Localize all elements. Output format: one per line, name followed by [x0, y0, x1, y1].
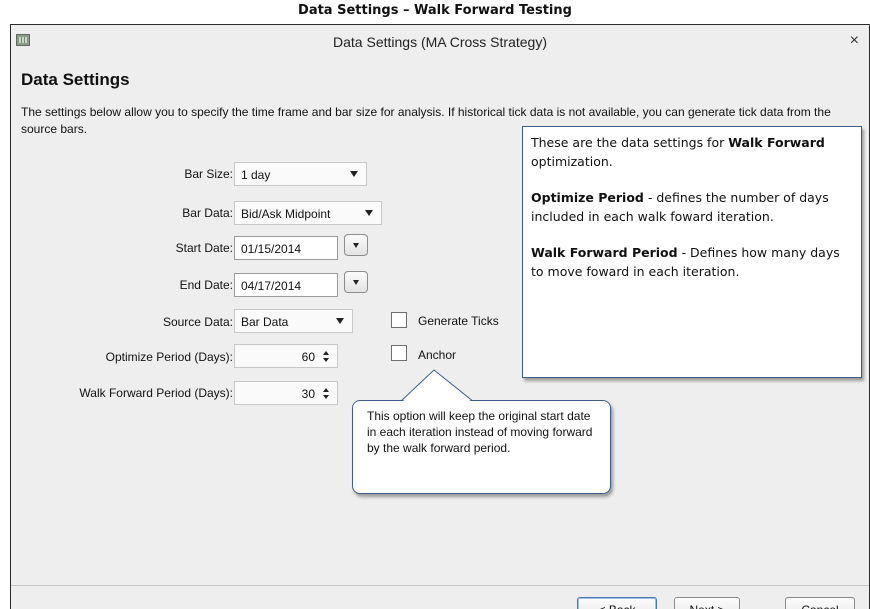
chevron-down-icon: [365, 210, 373, 216]
page-title: Data Settings: [21, 70, 130, 89]
optimize-period-spinner[interactable]: 60: [234, 344, 338, 368]
close-icon[interactable]: ×: [850, 32, 859, 50]
bar-data-value: Bid/Ask Midpoint: [241, 207, 331, 221]
walk-forward-info-callout: These are the data settings for Walk For…: [522, 126, 862, 378]
document-caption: Data Settings – Walk Forward Testing: [298, 3, 572, 18]
bar-size-value: 1 day: [241, 168, 271, 182]
cancel-button[interactable]: Cancel: [785, 597, 855, 609]
callout-optimize-period: Optimize Period - defines the number of …: [531, 190, 829, 224]
start-date-label: Start Date:: [175, 241, 233, 255]
generate-ticks-checkbox[interactable]: [391, 312, 407, 328]
start-date-picker-button[interactable]: [344, 234, 368, 256]
spinner-up-icon[interactable]: [323, 388, 329, 392]
start-date-input[interactable]: 01/15/2014: [234, 236, 338, 260]
anchor-checkbox[interactable]: [391, 345, 407, 361]
bar-size-select[interactable]: 1 day: [234, 162, 367, 186]
footer-separator: [11, 585, 869, 586]
generate-ticks-label[interactable]: Generate Ticks: [418, 314, 499, 328]
window-title: Data Settings (MA Cross Strategy): [333, 34, 547, 50]
walk-forward-period-spinner[interactable]: 30: [234, 381, 338, 405]
next-button[interactable]: Next >: [674, 597, 740, 609]
source-data-select[interactable]: Bar Data: [234, 309, 353, 333]
source-data-value: Bar Data: [241, 315, 289, 329]
walk-forward-period-label: Walk Forward Period (Days):: [79, 386, 233, 400]
end-date-input[interactable]: 04/17/2014: [234, 273, 338, 297]
optimize-period-label: Optimize Period (Days):: [105, 350, 233, 364]
optimize-period-value: 60: [301, 350, 315, 364]
source-data-label: Source Data:: [162, 315, 233, 329]
spinner-down-icon[interactable]: [323, 395, 329, 399]
spinner-down-icon[interactable]: [323, 358, 329, 362]
dropdown-triangle-icon: [353, 280, 359, 285]
end-date-picker-button[interactable]: [344, 271, 368, 293]
bar-size-label: Bar Size:: [184, 167, 233, 181]
back-button[interactable]: < Back: [577, 597, 657, 609]
chevron-down-icon: [336, 318, 344, 324]
end-date-label: End Date:: [179, 278, 233, 292]
title-bar: Data Settings (MA Cross Strategy) ×: [11, 25, 869, 67]
callout-walk-forward-period: Walk Forward Period - Defines how many d…: [531, 245, 840, 279]
chevron-down-icon: [350, 171, 358, 177]
callout-intro: These are the data settings for Walk For…: [531, 135, 825, 169]
spinner-up-icon[interactable]: [323, 351, 329, 355]
bar-data-label: Bar Data:: [182, 206, 233, 220]
anchor-label[interactable]: Anchor: [418, 348, 456, 362]
dropdown-triangle-icon: [353, 243, 359, 248]
anchor-tooltip: This option will keep the original start…: [352, 400, 611, 494]
walk-forward-period-value: 30: [301, 387, 315, 401]
bar-data-select[interactable]: Bid/Ask Midpoint: [234, 201, 382, 225]
